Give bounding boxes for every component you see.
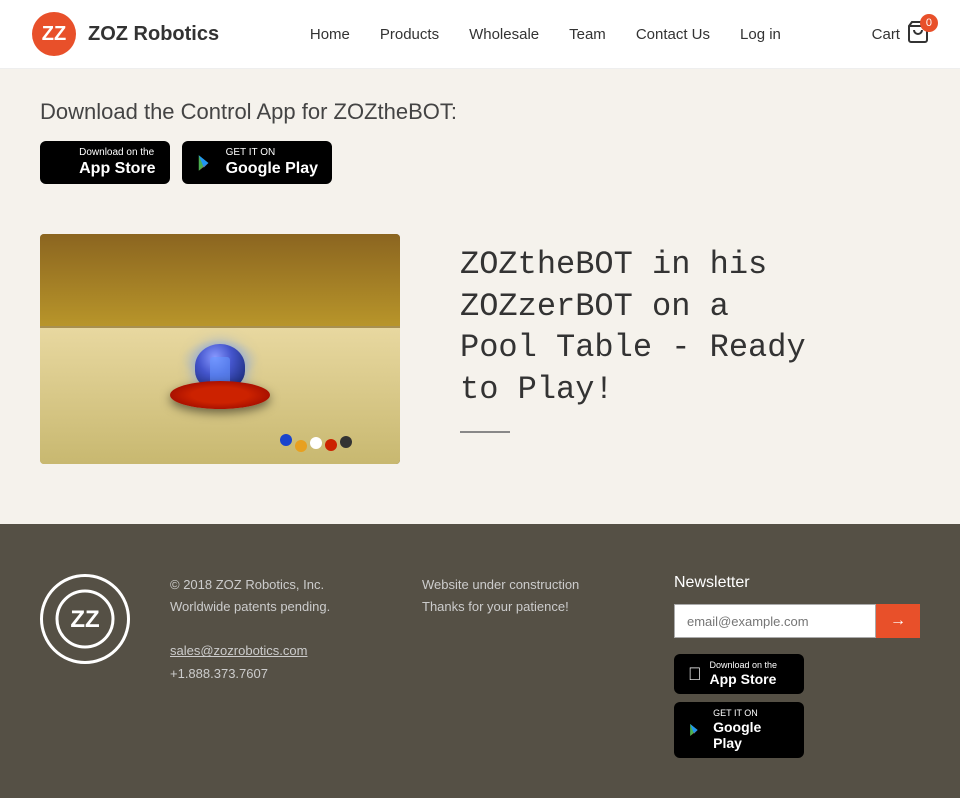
- footer-phone: +1.888.373.7607: [170, 663, 382, 685]
- download-heading: Download the Control App for ZOZtheBOT:: [40, 99, 920, 125]
- nav-home[interactable]: Home: [310, 26, 350, 43]
- footer-email-link[interactable]: sales@zozrobotics.com: [170, 643, 307, 658]
- main-content: Download the Control App for ZOZtheBOT: …: [0, 69, 960, 524]
- app-store-top: Download on the: [79, 147, 155, 159]
- logo-icon: ZZ: [30, 10, 78, 58]
- nav-wholesale[interactable]: Wholesale: [469, 26, 539, 43]
- footer-app-store-button[interactable]:  Download on the App Store: [674, 654, 804, 694]
- svg-text:ZZ: ZZ: [70, 606, 99, 633]
- cart-area[interactable]: Cart 0: [872, 20, 930, 49]
- footer-info: © 2018 ZOZ Robotics, Inc. Worldwide pate…: [170, 574, 382, 684]
- footer-website: Website under construction Thanks for yo…: [422, 574, 634, 618]
- nav-login[interactable]: Log in: [740, 26, 781, 43]
- nav-team[interactable]: Team: [569, 26, 606, 43]
- footer-logo-circle: ZZ: [40, 574, 130, 664]
- svg-text:ZZ: ZZ: [42, 23, 66, 45]
- product-title: ZOZtheBOT in his ZOZzerBOT on a Pool Tab…: [460, 244, 810, 410]
- footer-app-store-main: App Store: [710, 671, 778, 688]
- google-play-button[interactable]: GET IT ON Google Play: [182, 141, 332, 184]
- app-store-main: App Store: [79, 159, 155, 178]
- google-play-text: GET IT ON Google Play: [226, 147, 318, 178]
- newsletter-title: Newsletter: [674, 574, 920, 592]
- apple-icon: : [54, 152, 71, 174]
- cart-label: Cart: [872, 26, 900, 43]
- footer-logo: ZZ: [40, 574, 130, 664]
- newsletter-form: →: [674, 604, 920, 638]
- product-caption: ZOZtheBOT in his ZOZzerBOT on a Pool Tab…: [460, 234, 810, 432]
- app-store-button[interactable]:  Download on the App Store: [40, 141, 170, 184]
- product-image: [40, 234, 400, 464]
- footer-email[interactable]: sales@zozrobotics.com: [170, 640, 382, 662]
- newsletter-submit-button[interactable]: →: [876, 604, 920, 638]
- footer-patents: Worldwide patents pending.: [170, 596, 382, 618]
- footer-app-store-text: Download on the App Store: [710, 660, 778, 688]
- robot-body: [170, 339, 270, 409]
- footer-website-line1: Website under construction: [422, 574, 634, 596]
- google-play-icon: [196, 152, 218, 174]
- footer-store-buttons:  Download on the App Store GET IT ON Go…: [674, 654, 920, 758]
- logo-text: ZOZ Robotics: [88, 23, 219, 46]
- footer-google-play-button[interactable]: GET IT ON Google Play: [674, 702, 804, 758]
- footer-play-icon: [688, 721, 705, 739]
- footer-website-line2: Thanks for your patience!: [422, 596, 634, 618]
- footer: ZZ © 2018 ZOZ Robotics, Inc. Worldwide p…: [0, 524, 960, 798]
- google-play-main: Google Play: [226, 159, 318, 178]
- header: ZZ ZOZ Robotics Home Products Wholesale …: [0, 0, 960, 69]
- footer-google-play-top: GET IT ON: [713, 708, 790, 719]
- product-divider: [460, 431, 510, 433]
- footer-copyright: © 2018 ZOZ Robotics, Inc.: [170, 574, 382, 596]
- nav-products[interactable]: Products: [380, 26, 439, 43]
- footer-logo-icon: ZZ: [55, 589, 115, 649]
- nav-contact[interactable]: Contact Us: [636, 26, 710, 43]
- footer-google-play-main: Google Play: [713, 719, 790, 753]
- main-nav: Home Products Wholesale Team Contact Us …: [310, 26, 781, 43]
- newsletter-input[interactable]: [674, 604, 876, 638]
- cart-icon-wrap[interactable]: 0: [906, 20, 930, 49]
- footer-app-store-top: Download on the: [710, 660, 778, 671]
- cart-badge: 0: [920, 14, 938, 32]
- footer-newsletter: Newsletter →  Download on the App Store: [674, 574, 920, 758]
- footer-apple-icon: : [688, 665, 702, 683]
- app-store-text: Download on the App Store: [79, 147, 155, 178]
- store-buttons:  Download on the App Store GET IT ON Go…: [40, 141, 920, 184]
- product-section: ZOZtheBOT in his ZOZzerBOT on a Pool Tab…: [40, 234, 920, 464]
- footer-google-play-text: GET IT ON Google Play: [713, 708, 790, 752]
- logo-area[interactable]: ZZ ZOZ Robotics: [30, 10, 219, 58]
- google-play-top: GET IT ON: [226, 147, 318, 159]
